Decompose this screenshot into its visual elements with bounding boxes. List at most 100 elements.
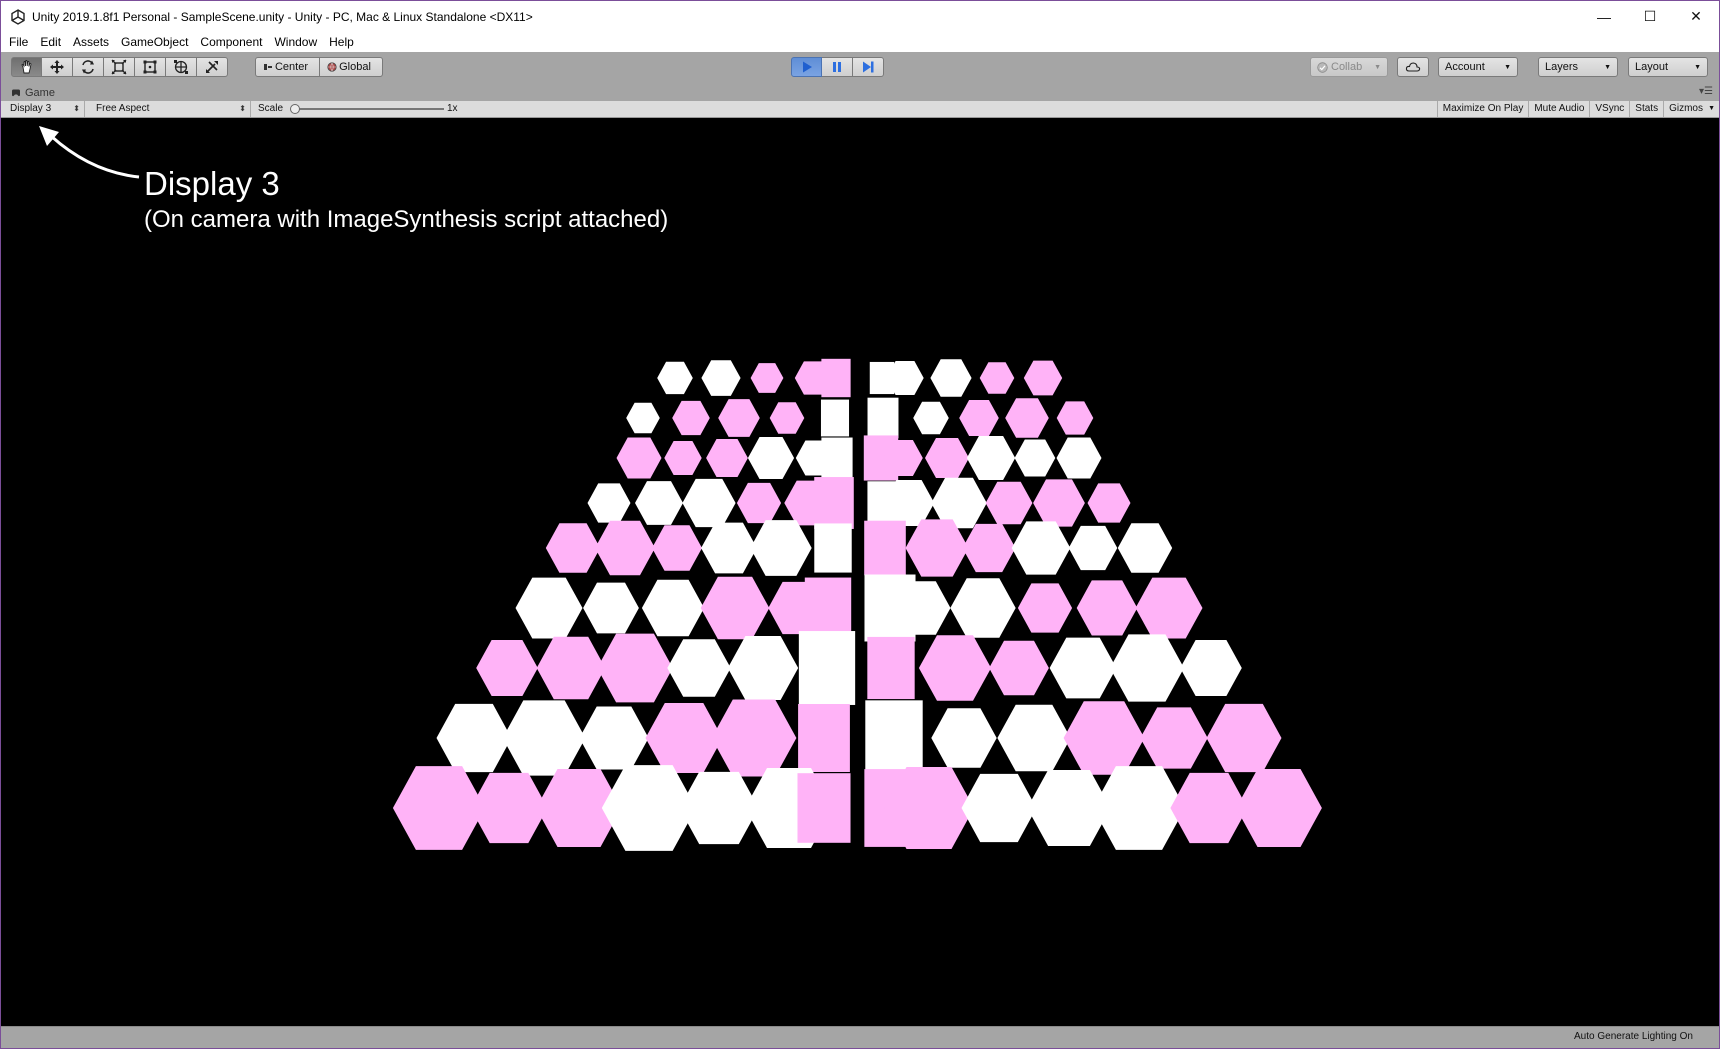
hexagon-prism <box>616 437 662 479</box>
pivot-controls: Center Global <box>255 57 383 77</box>
hexagon-prism <box>727 636 799 700</box>
scene-object <box>1023 360 1063 396</box>
maximize-on-play-toggle[interactable]: Maximize On Play <box>1436 101 1529 117</box>
scene-object <box>1033 479 1085 527</box>
scale-control: Scale 1x <box>253 101 463 117</box>
hexagon-prism <box>706 439 748 477</box>
hexagon-prism <box>476 640 538 696</box>
hexagon-prism <box>700 576 770 640</box>
hexagon-prism <box>961 773 1037 843</box>
display-value: Display 3 <box>10 103 52 114</box>
minimize-button[interactable]: — <box>1581 1 1627 32</box>
hexagon-prism <box>962 523 1016 573</box>
gizmos-dropdown[interactable]: Gizmos ▼ <box>1663 101 1719 117</box>
game-view-controls: Display 3 ⬍ Free Aspect ⬍ Scale 1x Maxim… <box>1 101 1719 118</box>
game-controller-icon <box>12 89 20 97</box>
scene-object <box>966 436 1016 480</box>
scene-object <box>750 363 784 393</box>
scene-object <box>985 481 1033 525</box>
tab-menu-icon[interactable]: ▾☰ <box>1699 86 1713 97</box>
play-icon <box>802 61 812 73</box>
layers-dropdown[interactable]: Layers ▼ <box>1538 57 1618 77</box>
transform-tool-button[interactable] <box>166 57 197 77</box>
game-tab-label: Game <box>25 87 55 99</box>
menu-gameobject[interactable]: GameObject <box>115 32 194 52</box>
menu-assets[interactable]: Assets <box>67 32 115 52</box>
step-icon <box>863 61 874 73</box>
aspect-dropdown[interactable]: Free Aspect ⬍ <box>91 101 251 117</box>
scale-slider-track[interactable] <box>294 108 444 110</box>
collab-dropdown[interactable]: Collab ▼ <box>1310 57 1388 77</box>
menu-component[interactable]: Component <box>194 32 268 52</box>
menu-edit[interactable]: Edit <box>34 32 67 52</box>
cloud-button[interactable] <box>1397 57 1429 77</box>
hexagon-prism <box>1170 772 1248 844</box>
pivot-global-label: Global <box>339 61 371 73</box>
scale-value: 1x <box>447 103 458 114</box>
mute-audio-toggle[interactable]: Mute Audio <box>1528 101 1589 117</box>
menu-window[interactable]: Window <box>268 32 323 52</box>
pivot-center-button[interactable]: Center <box>255 57 320 77</box>
custom-tool-button[interactable] <box>197 57 228 77</box>
scene-object <box>536 636 606 700</box>
rect-tool-button[interactable] <box>135 57 166 77</box>
step-button[interactable] <box>853 57 884 77</box>
hexagon-prism <box>1110 634 1184 702</box>
rect-icon <box>143 60 157 74</box>
move-tool-button[interactable] <box>42 57 73 77</box>
maximize-button[interactable]: ☐ <box>1627 1 1673 32</box>
hexagon-prism <box>1206 703 1282 773</box>
hexagon-prism <box>515 577 583 639</box>
scale-slider-thumb[interactable] <box>290 104 300 114</box>
scene-object <box>925 438 969 478</box>
hexagon-prism <box>635 481 683 525</box>
pivot-global-button[interactable]: Global <box>320 57 383 77</box>
scene-object <box>1236 769 1322 847</box>
vsync-toggle[interactable]: VSync <box>1589 101 1629 117</box>
scene-object <box>718 399 760 437</box>
cube-prism <box>797 773 851 843</box>
game-viewport[interactable]: Display 3 (On camera with ImageSynthesis… <box>1 118 1719 1026</box>
main-toolbar: Center Global Collab ▼ Account ▼ Layers … <box>1 52 1719 85</box>
account-dropdown[interactable]: Account ▼ <box>1438 57 1518 77</box>
scale-tool-button[interactable] <box>104 57 135 77</box>
close-button[interactable]: ✕ <box>1673 1 1719 32</box>
hexagon-prism <box>1140 707 1208 769</box>
pause-icon <box>833 62 841 72</box>
account-label: Account <box>1445 61 1485 73</box>
hexagon-prism <box>966 436 1016 480</box>
menu-file[interactable]: File <box>1 32 34 52</box>
unity-logo-icon <box>11 8 25 25</box>
scene-object <box>545 523 601 573</box>
scene-object <box>747 437 795 479</box>
hexagon-prism <box>470 772 548 844</box>
pause-button[interactable] <box>822 57 853 77</box>
title-bar: Unity 2019.1.8f1 Personal - SampleScene.… <box>1 1 1719 32</box>
close-icon: ✕ <box>1690 8 1702 24</box>
hexagon-prism <box>918 635 992 701</box>
hexagon-prism <box>1180 640 1242 696</box>
scene-object <box>1087 483 1131 523</box>
hexagon-prism <box>736 482 782 524</box>
scene-object <box>867 397 899 439</box>
hexagon-prism <box>769 402 805 434</box>
scene-object <box>641 579 705 637</box>
hand-tool-button[interactable] <box>11 57 42 77</box>
hexagon-prism <box>652 525 702 571</box>
scene-object <box>865 700 923 776</box>
hexagon-prism <box>1049 637 1117 699</box>
menu-help[interactable]: Help <box>323 32 360 52</box>
game-view-tab[interactable]: Game ▾☰ <box>1 85 1719 101</box>
layout-dropdown[interactable]: Layout ▼ <box>1628 57 1708 77</box>
stats-toggle[interactable]: Stats <box>1629 101 1663 117</box>
rotate-tool-button[interactable] <box>73 57 104 77</box>
scene-object <box>913 401 949 435</box>
hexagon-prism <box>750 520 812 576</box>
cube-prism <box>798 704 850 772</box>
globe-icon <box>327 62 337 72</box>
scene-object <box>979 362 1015 394</box>
display-dropdown[interactable]: Display 3 ⬍ <box>5 101 85 117</box>
hexagon-prism <box>701 360 741 396</box>
hexagon-prism <box>913 401 949 435</box>
play-button[interactable] <box>791 57 822 77</box>
